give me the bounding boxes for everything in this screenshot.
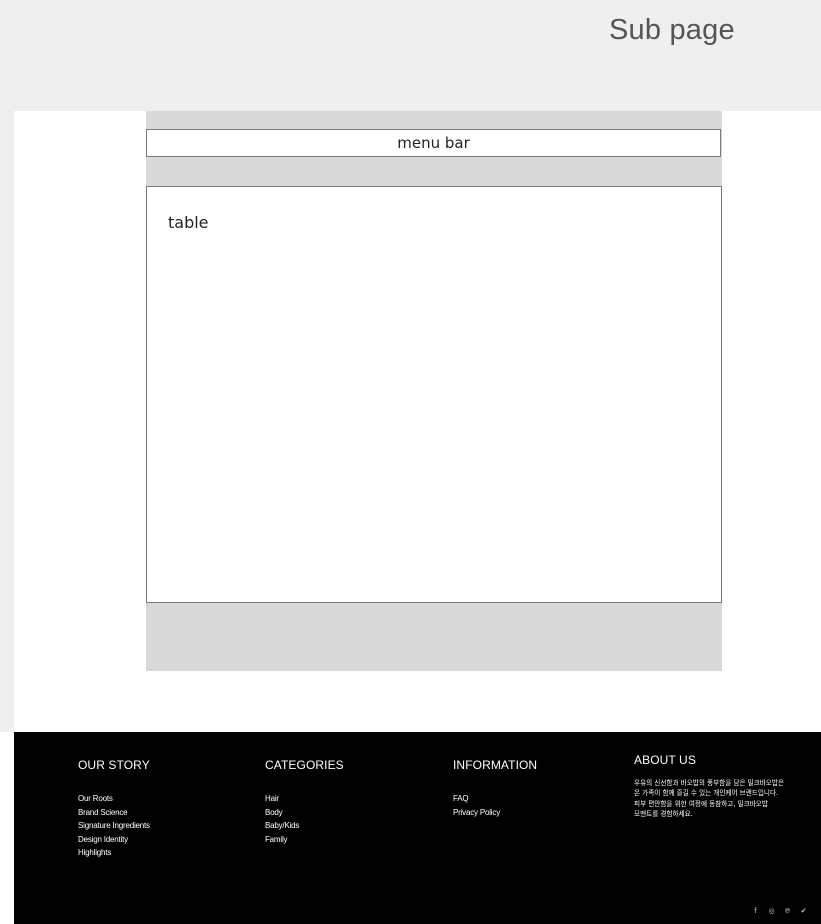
footer-link-design-identity[interactable]: Design Identity [78,833,150,847]
facebook-icon[interactable]: f [752,908,759,915]
left-gutter [0,111,14,732]
footer-col-about-us: ABOUT US 우유의 신선함과 바오밥의 풍부함을 담은 밀크바오밥은 온 … [634,753,792,828]
footer-link-brand-science[interactable]: Brand Science [78,806,150,820]
footer-link-body[interactable]: Body [265,806,344,820]
header-band: Sub page [0,0,821,111]
footer-link-signature-ingredients[interactable]: Signature Ingredients [78,819,150,833]
footer-links-categories: Hair Body Baby/Kids Family [265,792,344,846]
footer-link-our-roots[interactable]: Our Roots [78,792,150,806]
footer-heading-categories: CATEGORIES [265,758,344,772]
footer-links-information: FAQ Privacy Policy [453,792,537,819]
footer: OUR STORY Our Roots Brand Science Signat… [14,732,821,924]
instagram-icon[interactable]: ◎ [768,908,775,915]
footer-heading-about-us: ABOUT US [634,753,696,767]
table-label: table [168,213,209,232]
footer-links-our-story: Our Roots Brand Science Signature Ingred… [78,792,150,860]
table-panel: table [146,186,722,603]
footer-link-family[interactable]: Family [265,833,344,847]
footer-col-our-story: OUR STORY Our Roots Brand Science Signat… [78,758,150,860]
menu-bar-label: menu bar [397,134,470,152]
footer-link-hair[interactable]: Hair [265,792,344,806]
footer-link-privacy-policy[interactable]: Privacy Policy [453,806,537,820]
footer-link-faq[interactable]: FAQ [453,792,537,806]
social-links: f ◎ ℗ ✔ [752,908,807,915]
about-us-text: 우유의 신선함과 바오밥의 풍부함을 담은 밀크바오밥은 온 가족이 함께 즐길… [634,779,785,819]
page-title: Sub page [609,14,735,46]
footer-heading-information: INFORMATION [453,758,538,772]
footer-heading-our-story: OUR STORY [78,758,150,772]
menu-bar[interactable]: menu bar [146,129,721,157]
page: Sub page menu bar table OUR STORY Our Ro… [0,0,821,924]
footer-link-highlights[interactable]: Highlights [78,846,150,860]
pinterest-icon[interactable]: ℗ [784,908,791,915]
footer-col-categories: CATEGORIES Hair Body Baby/Kids Family [265,758,344,846]
twitter-icon[interactable]: ✔ [800,908,807,915]
footer-link-baby-kids[interactable]: Baby/Kids [265,819,344,833]
footer-col-information: INFORMATION FAQ Privacy Policy [453,758,537,819]
